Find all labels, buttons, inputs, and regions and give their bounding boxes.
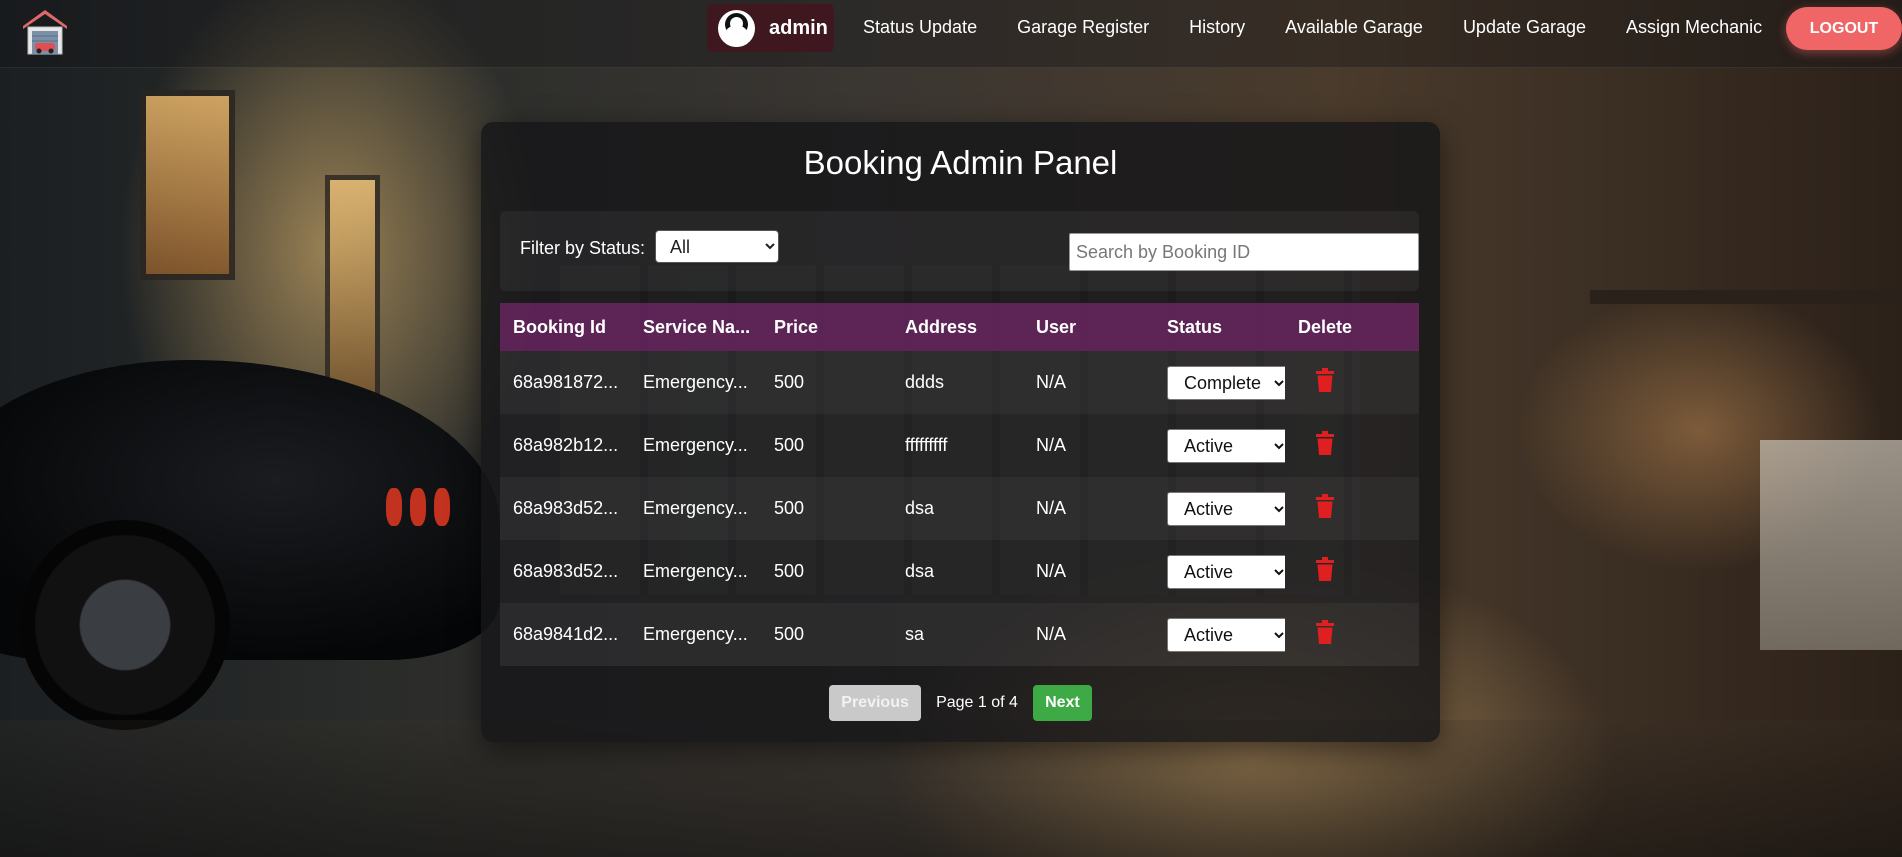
column-header-booking-id[interactable]: Booking Id	[500, 317, 630, 338]
status-select[interactable]: Active	[1167, 428, 1285, 463]
next-page-button[interactable]: Next	[1032, 685, 1092, 721]
background-taillight	[434, 488, 450, 526]
table-row: 68a9841d2... Emergency... 500 sa N/A Act…	[500, 603, 1419, 666]
background-car-wheel	[20, 520, 230, 730]
background-car	[0, 360, 500, 660]
previous-page-button[interactable]: Previous	[829, 685, 922, 721]
table-body: 68a981872... Emergency... 500 ddds N/A C…	[500, 351, 1419, 666]
trash-icon[interactable]	[1314, 431, 1336, 455]
column-header-price[interactable]: Price	[761, 317, 892, 338]
table-row: 68a982b12... Emergency... 500 fffffffff …	[500, 414, 1419, 477]
user-cell: N/A	[1036, 498, 1067, 518]
background-window	[140, 90, 235, 280]
trash-icon[interactable]	[1314, 557, 1336, 581]
user-chip[interactable]: admin	[707, 4, 834, 52]
status-select[interactable]: Active	[1167, 617, 1285, 652]
pagination: Previous Page 1 of 4 Next	[481, 685, 1440, 721]
trash-icon[interactable]	[1314, 620, 1336, 644]
status-select[interactable]: Active	[1167, 554, 1285, 589]
booking-id-cell: 68a982b12...	[513, 435, 619, 455]
nav-link-garage-register[interactable]: Garage Register	[1017, 17, 1149, 38]
trash-icon[interactable]	[1314, 368, 1336, 392]
nav-link-status-update[interactable]: Status Update	[863, 17, 977, 38]
booking-admin-panel: Booking Admin Panel Filter by Status: Al…	[481, 122, 1440, 742]
nav-link-assign-mechanic[interactable]: Assign Mechanic	[1626, 17, 1762, 38]
status-select[interactable]: Active	[1167, 491, 1285, 526]
column-header-service-name[interactable]: Service Na...	[630, 317, 761, 338]
table-row: 68a983d52... Emergency... 500 dsa N/A Ac…	[500, 477, 1419, 540]
username: admin	[769, 16, 828, 39]
price-cell: 500	[774, 372, 805, 392]
table-row: 68a983d52... Emergency... 500 dsa N/A Ac…	[500, 540, 1419, 603]
logout-button[interactable]: LOGOUT	[1786, 7, 1902, 50]
search-booking-input[interactable]	[1069, 233, 1419, 271]
address-cell: dsa	[905, 561, 935, 581]
service-name-cell: Emergency...	[643, 624, 748, 644]
background-window	[325, 175, 380, 425]
service-name-cell: Emergency...	[643, 498, 748, 518]
address-cell: dsa	[905, 498, 935, 518]
status-cell: Active	[1154, 554, 1285, 589]
bookings-table: Booking Id Service Na... Price Address U…	[500, 303, 1419, 666]
filter-bar: Filter by Status: All	[500, 211, 1419, 291]
background-taillight	[386, 488, 402, 526]
status-select[interactable]: Complete	[1167, 365, 1285, 400]
status-filter-select[interactable]: All	[655, 230, 779, 263]
price-cell: 500	[774, 435, 805, 455]
table-row: 68a981872... Emergency... 500 ddds N/A C…	[500, 351, 1419, 414]
column-header-status[interactable]: Status	[1154, 317, 1285, 338]
background-tool-cabinet	[1760, 440, 1902, 650]
user-cell: N/A	[1036, 624, 1067, 644]
price-cell: 500	[774, 561, 805, 581]
column-header-address[interactable]: Address	[892, 317, 1023, 338]
user-cell: N/A	[1036, 435, 1067, 455]
delete-cell	[1285, 620, 1399, 649]
trash-icon[interactable]	[1314, 494, 1336, 518]
delete-cell	[1285, 557, 1399, 586]
nav-link-update-garage[interactable]: Update Garage	[1463, 17, 1586, 38]
address-cell: sa	[905, 624, 925, 644]
service-name-cell: Emergency...	[643, 561, 748, 581]
page-title: Booking Admin Panel	[803, 144, 1118, 181]
booking-id-cell: 68a981872...	[513, 372, 619, 392]
status-cell: Complete	[1154, 365, 1285, 400]
nav-links: Status Update Garage Register History Av…	[863, 17, 1802, 38]
status-cell: Active	[1154, 617, 1285, 652]
nav-link-history[interactable]: History	[1189, 17, 1245, 38]
booking-id-cell: 68a9841d2...	[513, 624, 619, 644]
status-cell: Active	[1154, 491, 1285, 526]
booking-id-cell: 68a983d52...	[513, 498, 619, 518]
price-cell: 500	[774, 624, 805, 644]
user-cell: N/A	[1036, 561, 1067, 581]
filter-label: Filter by Status:	[520, 238, 646, 258]
background-taillight	[410, 488, 426, 526]
user-cell: N/A	[1036, 372, 1067, 392]
booking-id-cell: 68a983d52...	[513, 561, 619, 581]
table-header-row: Booking Id Service Na... Price Address U…	[500, 303, 1419, 351]
status-cell: Active	[1154, 428, 1285, 463]
user-avatar-icon	[718, 9, 755, 47]
background-shelf	[1590, 290, 1902, 304]
address-cell: ddds	[905, 372, 945, 392]
service-name-cell: Emergency...	[643, 372, 748, 392]
page-indicator: Page 1 of 4	[936, 694, 1018, 711]
delete-cell	[1285, 431, 1399, 460]
top-navbar: admin Status Update Garage Register Hist…	[0, 0, 1902, 68]
price-cell: 500	[774, 498, 805, 518]
nav-link-available-garage[interactable]: Available Garage	[1285, 17, 1423, 38]
column-header-user[interactable]: User	[1023, 317, 1154, 338]
service-name-cell: Emergency...	[643, 435, 748, 455]
column-header-delete: Delete	[1298, 316, 1353, 337]
garage-logo-icon[interactable]	[20, 6, 70, 56]
delete-cell	[1285, 368, 1399, 397]
delete-cell	[1285, 494, 1399, 523]
address-cell: fffffffff	[905, 435, 948, 455]
